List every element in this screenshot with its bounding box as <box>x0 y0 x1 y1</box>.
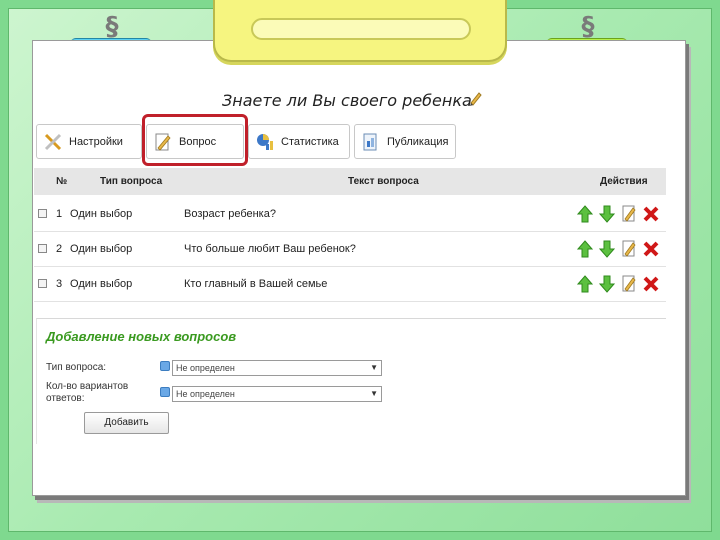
answers-count-select[interactable]: Не определен ▼ <box>172 386 382 402</box>
help-icon[interactable] <box>160 361 170 371</box>
row-actions <box>576 204 660 224</box>
answers-count-value: Не определен <box>176 389 235 399</box>
page-title: Знаете ли Вы своего ребенка <box>222 91 472 110</box>
chart-icon <box>255 132 275 152</box>
table-row: 1 Один выбор Возраст ребенка? <box>34 197 666 232</box>
clipboard-clip <box>213 0 507 62</box>
delete-icon[interactable] <box>642 204 660 224</box>
row-text: Возраст ребенка? <box>184 208 276 220</box>
header-actions: Действия <box>600 176 648 187</box>
pencil-icon[interactable] <box>468 90 484 106</box>
row-num: 2 <box>56 243 63 255</box>
header-text: Текст вопроса <box>348 176 419 187</box>
delete-icon[interactable] <box>642 274 660 294</box>
tools-icon <box>43 132 63 152</box>
table-row: 3 Один выбор Кто главный в Вашей семье <box>34 267 666 302</box>
question-type-select[interactable]: Не определен ▼ <box>172 360 382 376</box>
arrow-up-icon[interactable] <box>576 274 594 294</box>
arrow-up-icon[interactable] <box>576 239 594 259</box>
settings-button[interactable]: Настройки <box>36 124 142 159</box>
highlight-frame <box>142 114 248 166</box>
edit-icon[interactable] <box>620 204 638 224</box>
row-num: 1 <box>56 208 63 220</box>
table-header: № Тип вопроса Текст вопроса Действия <box>34 168 666 195</box>
answers-count-label: Кол-во вариантов ответов: <box>46 381 128 405</box>
row-type: Один выбор <box>70 278 133 290</box>
row-num: 3 <box>56 278 63 290</box>
binder-ring-right-icon: § <box>581 12 595 42</box>
publish-button[interactable]: Публикация <box>354 124 456 159</box>
header-type: Тип вопроса <box>100 176 163 187</box>
settings-label: Настройки <box>69 135 123 148</box>
publish-icon <box>361 132 381 152</box>
row-checkbox[interactable] <box>38 279 47 288</box>
arrow-down-icon[interactable] <box>598 239 616 259</box>
statistics-label: Статистика <box>281 135 339 148</box>
publish-label: Публикация <box>387 135 449 148</box>
row-checkbox[interactable] <box>38 244 47 253</box>
row-text: Что больше любит Ваш ребенок? <box>184 243 356 255</box>
question-type-label: Тип вопроса: <box>46 362 107 373</box>
row-actions <box>576 239 660 259</box>
add-button[interactable]: Добавить <box>84 412 169 434</box>
row-actions <box>576 274 660 294</box>
header-num: № <box>56 176 68 187</box>
arrow-down-icon[interactable] <box>598 274 616 294</box>
row-checkbox[interactable] <box>38 209 47 218</box>
clip-slot <box>251 18 471 40</box>
delete-icon[interactable] <box>642 239 660 259</box>
arrow-up-icon[interactable] <box>576 204 594 224</box>
dropdown-arrow-icon: ▼ <box>370 389 378 398</box>
table-row: 2 Один выбор Что больше любит Ваш ребено… <box>34 232 666 267</box>
edit-icon[interactable] <box>620 274 638 294</box>
add-panel-title: Добавление новых вопросов <box>46 329 237 344</box>
row-type: Один выбор <box>70 243 133 255</box>
edit-icon[interactable] <box>620 239 638 259</box>
question-type-value: Не определен <box>176 363 235 373</box>
answers-count-label-line2: ответов: <box>46 393 85 404</box>
binder-ring-left-icon: § <box>105 12 119 42</box>
arrow-down-icon[interactable] <box>598 204 616 224</box>
statistics-button[interactable]: Статистика <box>248 124 350 159</box>
row-text: Кто главный в Вашей семье <box>184 278 328 290</box>
answers-count-label-line1: Кол-во вариантов <box>46 381 129 392</box>
dropdown-arrow-icon: ▼ <box>370 363 378 372</box>
row-type: Один выбор <box>70 208 133 220</box>
help-icon[interactable] <box>160 387 170 397</box>
